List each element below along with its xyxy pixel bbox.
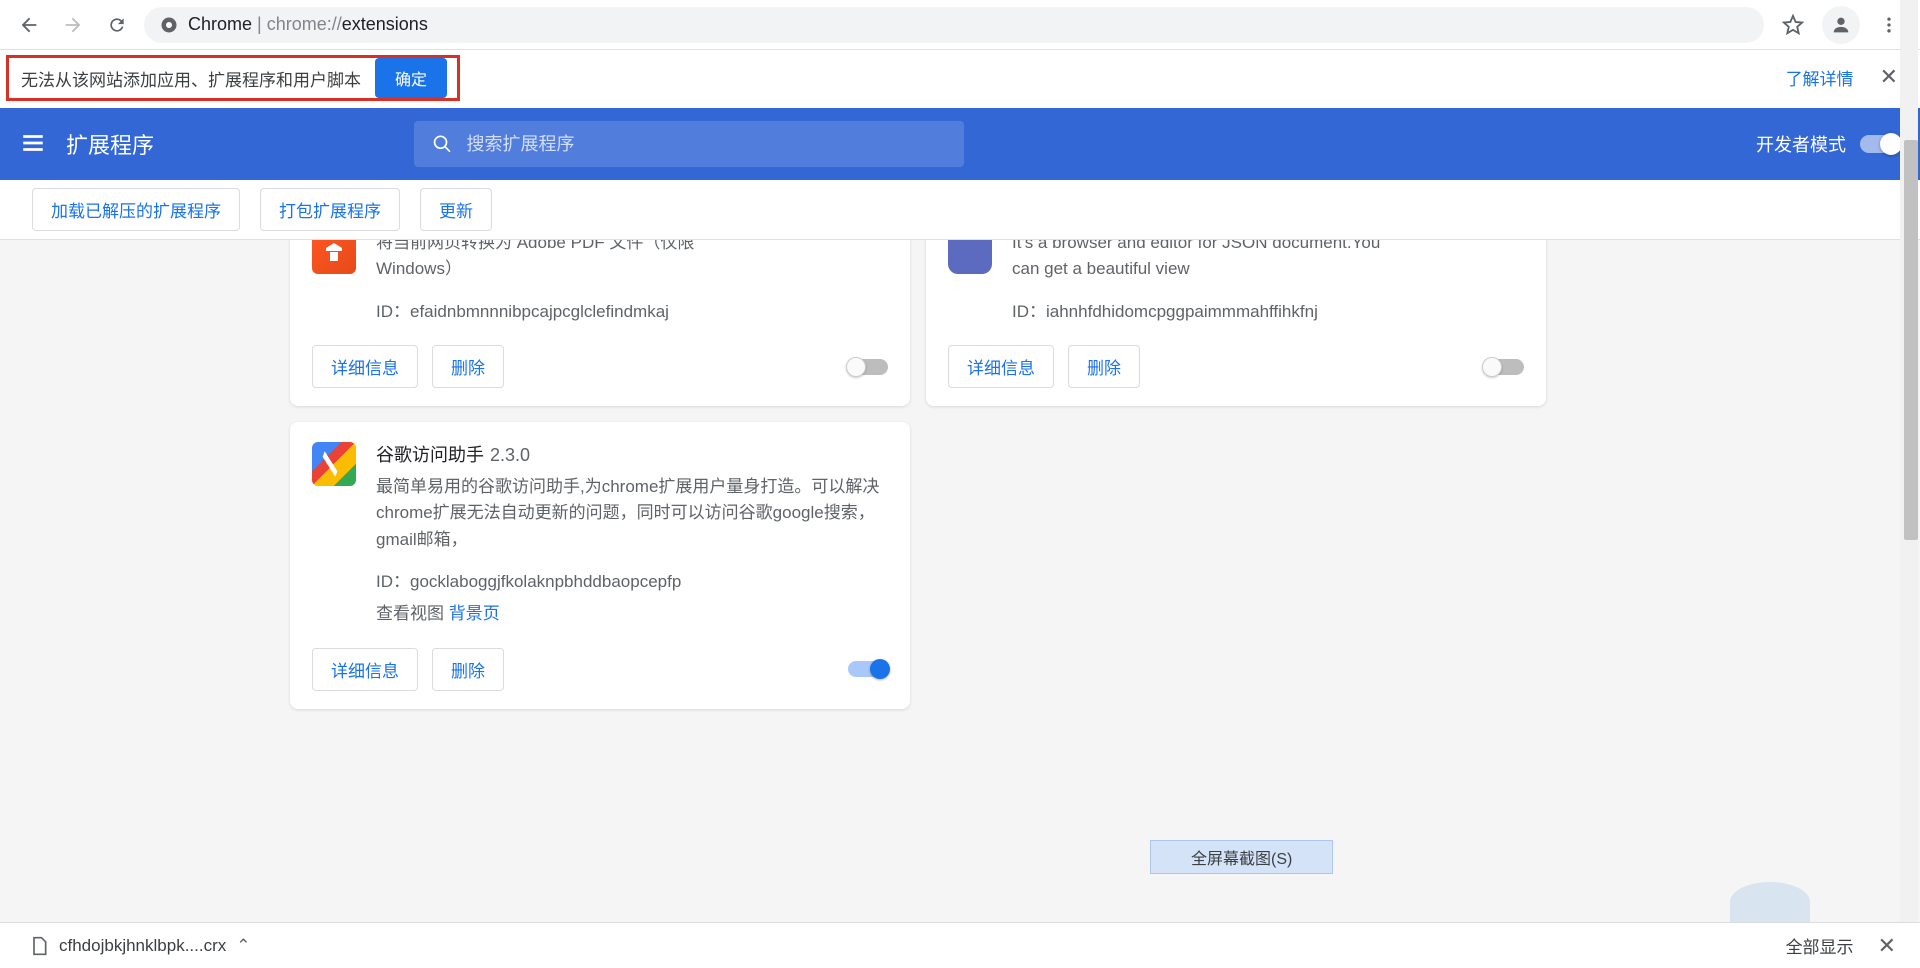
url-text: Chrome | chrome://extensions xyxy=(188,14,428,35)
dev-mode-toggle-group: 开发者模式 xyxy=(1756,131,1900,157)
infobar: 无法从该网站添加应用、扩展程序和用户脚本 确定 xyxy=(6,55,460,101)
page-title: 扩展程序 xyxy=(66,128,154,160)
profile-icon[interactable] xyxy=(1822,6,1860,44)
infobar-message: 无法从该网站添加应用、扩展程序和用户脚本 xyxy=(21,66,361,91)
load-unpacked-button[interactable]: 加载已解压的扩展程序 xyxy=(32,188,240,231)
extension-desc: It's a browser and editor for JSON docum… xyxy=(1012,240,1524,283)
remove-button[interactable]: 删除 xyxy=(1068,345,1140,388)
download-item[interactable]: cfhdojbkjhnklbpk....crx ⌃ xyxy=(16,931,264,961)
details-button[interactable]: 详细信息 xyxy=(312,648,418,691)
chrome-icon xyxy=(160,16,178,34)
learn-more-link[interactable]: 了解详情 xyxy=(1786,65,1854,90)
file-icon xyxy=(29,936,49,956)
extension-icon xyxy=(948,240,992,274)
reload-button[interactable] xyxy=(100,8,134,42)
forward-button[interactable] xyxy=(56,8,90,42)
extension-id: ID：iahnhfdhidomcpggpaimmmahffihkfnj xyxy=(1012,299,1524,325)
details-button[interactable]: 详细信息 xyxy=(948,345,1054,388)
content-area: 将当前网页转换为 Adobe PDF 文件（仅限Windows） ID：efai… xyxy=(0,240,1920,924)
extension-card: It's a browser and editor for JSON docum… xyxy=(926,240,1546,406)
dev-mode-label: 开发者模式 xyxy=(1756,131,1846,157)
screenshot-overlay-button[interactable]: 全屏幕截图(S) xyxy=(1150,840,1333,874)
show-all-link[interactable]: 全部显示 xyxy=(1786,933,1854,958)
bookmark-star-icon[interactable] xyxy=(1774,6,1812,44)
inspect-views: 查看视图 背景页 xyxy=(376,601,888,627)
extension-icon xyxy=(312,240,356,274)
extension-icon xyxy=(312,442,356,486)
extension-desc: 最简单易用的谷歌访问助手,为chrome扩展用户量身打造。可以解决chrome扩… xyxy=(376,474,888,553)
menu-icon[interactable] xyxy=(20,130,48,158)
address-bar[interactable]: Chrome | chrome://extensions xyxy=(144,7,1764,43)
enable-toggle[interactable] xyxy=(848,661,888,677)
scrollbar-thumb[interactable] xyxy=(1904,140,1918,540)
downloads-bar: cfhdojbkjhnklbpk....crx ⌃ 全部显示 ✕ xyxy=(0,922,1920,968)
chevron-up-icon: ⌃ xyxy=(236,936,250,956)
extension-desc: 将当前网页转换为 Adobe PDF 文件（仅限Windows） xyxy=(376,240,888,283)
extension-id: ID：efaidnbmnnnibpcajpcglclefindmkaj xyxy=(376,299,888,325)
extensions-header: 扩展程序 开发者模式 xyxy=(0,108,1920,180)
details-button[interactable]: 详细信息 xyxy=(312,345,418,388)
background-page-link[interactable]: 背景页 xyxy=(449,604,500,623)
extension-title: 谷歌访问助手2.3.0 xyxy=(376,442,888,470)
pack-button[interactable]: 打包扩展程序 xyxy=(260,188,400,231)
update-button[interactable]: 更新 xyxy=(420,188,492,231)
confirm-button[interactable]: 确定 xyxy=(375,58,447,98)
browser-toolbar: Chrome | chrome://extensions xyxy=(0,0,1920,50)
extension-id: ID：gocklaboggjfkolaknpbhddbaopcepfp xyxy=(376,569,888,595)
remove-button[interactable]: 删除 xyxy=(432,648,504,691)
close-icon[interactable]: ✕ xyxy=(1870,929,1904,963)
search-input[interactable] xyxy=(467,134,946,155)
dev-mode-toggle[interactable] xyxy=(1860,135,1900,153)
enable-toggle[interactable] xyxy=(848,359,888,375)
download-filename: cfhdojbkjhnklbpk....crx xyxy=(59,936,226,956)
action-bar: 加载已解压的扩展程序 打包扩展程序 更新 xyxy=(0,180,1920,240)
remove-button[interactable]: 删除 xyxy=(432,345,504,388)
back-button[interactable] xyxy=(12,8,46,42)
extension-card: 将当前网页转换为 Adobe PDF 文件（仅限Windows） ID：efai… xyxy=(290,240,910,406)
search-icon xyxy=(432,133,453,155)
enable-toggle[interactable] xyxy=(1484,359,1524,375)
extension-card: 谷歌访问助手2.3.0 最简单易用的谷歌访问助手,为chrome扩展用户量身打造… xyxy=(290,422,910,709)
search-box[interactable] xyxy=(414,121,964,167)
